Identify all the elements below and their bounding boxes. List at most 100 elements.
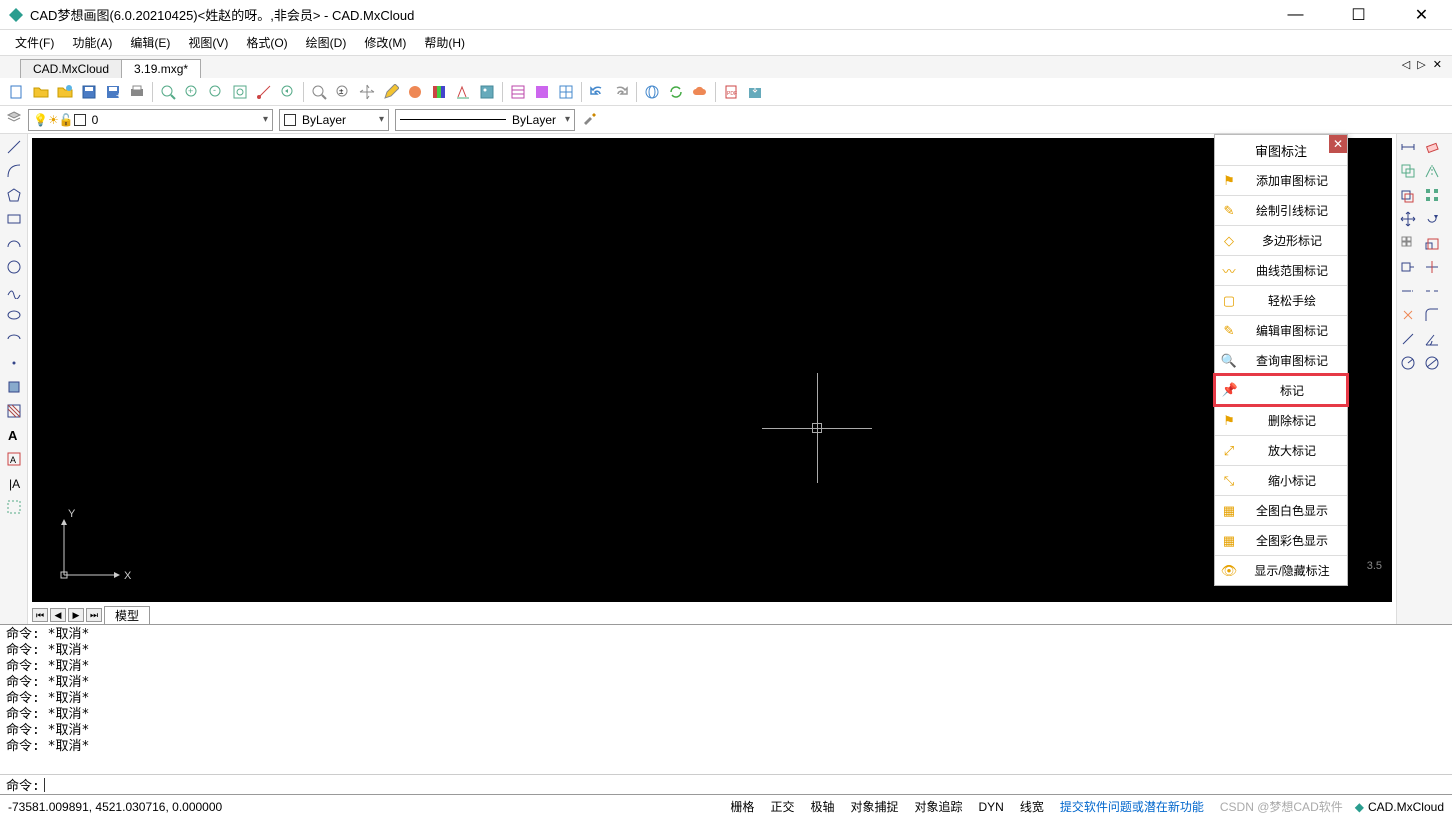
dim-diameter-icon[interactable] bbox=[1421, 352, 1443, 374]
measure-icon[interactable] bbox=[253, 81, 275, 103]
redo-icon[interactable] bbox=[610, 81, 632, 103]
print-icon[interactable] bbox=[126, 81, 148, 103]
edit-icon[interactable] bbox=[380, 81, 402, 103]
toggle-otrack[interactable]: 对象追踪 bbox=[906, 798, 970, 815]
circle-icon[interactable] bbox=[3, 256, 25, 278]
menu-edit[interactable]: 编辑(E) bbox=[121, 31, 179, 54]
array-icon[interactable] bbox=[1421, 184, 1443, 206]
ellipse-icon[interactable] bbox=[3, 304, 25, 326]
stretch-icon[interactable] bbox=[1397, 256, 1419, 278]
layer-manager-icon[interactable] bbox=[6, 110, 22, 129]
color-icon[interactable] bbox=[404, 81, 426, 103]
mtext-icon[interactable]: A bbox=[3, 448, 25, 470]
drawing-canvas[interactable]: X Y 3.5 bbox=[32, 138, 1392, 602]
tab-next-icon[interactable]: ▶ bbox=[68, 608, 84, 622]
color-dropdown[interactable]: ByLayer bbox=[279, 109, 389, 131]
feedback-link[interactable]: 提交软件问题或潜在新功能 bbox=[1052, 798, 1212, 815]
close-button[interactable]: ✕ bbox=[1399, 1, 1444, 29]
toggle-lweight[interactable]: 线宽 bbox=[1012, 798, 1052, 815]
fillet-icon[interactable] bbox=[1421, 304, 1443, 326]
undo-icon[interactable] bbox=[586, 81, 608, 103]
panel-item[interactable]: ◇多边形标记 bbox=[1215, 225, 1347, 255]
open-cloud-icon[interactable] bbox=[54, 81, 76, 103]
highlight-icon[interactable] bbox=[452, 81, 474, 103]
block-icon[interactable] bbox=[3, 376, 25, 398]
dim-radius-icon[interactable] bbox=[1397, 352, 1419, 374]
rotate-icon[interactable] bbox=[1421, 208, 1443, 230]
zoom-out-icon[interactable]: - bbox=[205, 81, 227, 103]
zoom-window-icon[interactable] bbox=[157, 81, 179, 103]
toggle-grid[interactable]: 栅格 bbox=[722, 798, 762, 815]
panel-item[interactable]: ⤢放大标记 bbox=[1215, 435, 1347, 465]
erase-icon[interactable] bbox=[1421, 136, 1443, 158]
menu-format[interactable]: 格式(O) bbox=[237, 31, 296, 54]
tab-drawing[interactable]: 3.19.mxg* bbox=[121, 59, 201, 78]
zoom-prev-icon[interactable] bbox=[277, 81, 299, 103]
menu-file[interactable]: 文件(F) bbox=[6, 31, 63, 54]
line-icon[interactable] bbox=[3, 136, 25, 158]
zoom-realtime-icon[interactable]: ± bbox=[332, 81, 354, 103]
panel-item[interactable]: ▦全图白色显示 bbox=[1215, 495, 1347, 525]
dim-angular-icon[interactable] bbox=[1421, 328, 1443, 350]
ellipse-arc-icon[interactable] bbox=[3, 328, 25, 350]
menu-function[interactable]: 功能(A) bbox=[63, 31, 121, 54]
panel-item[interactable]: ✎绘制引线标记 bbox=[1215, 195, 1347, 225]
hatch-icon[interactable] bbox=[3, 400, 25, 422]
search-icon[interactable] bbox=[308, 81, 330, 103]
point-icon[interactable] bbox=[3, 352, 25, 374]
panel-item[interactable]: ✎编辑审图标记 bbox=[1215, 315, 1347, 345]
panel-item[interactable]: ⤡缩小标记 bbox=[1215, 465, 1347, 495]
menu-modify[interactable]: 修改(M) bbox=[355, 31, 415, 54]
toggle-polar[interactable]: 极轴 bbox=[802, 798, 842, 815]
tab-controls[interactable]: ◁ ▷ ✕ bbox=[1402, 58, 1444, 71]
gradient-icon[interactable] bbox=[531, 81, 553, 103]
save-icon[interactable] bbox=[78, 81, 100, 103]
move-icon[interactable] bbox=[1397, 208, 1419, 230]
polygon-icon[interactable] bbox=[3, 184, 25, 206]
mirror-icon[interactable] bbox=[1421, 160, 1443, 182]
minimize-button[interactable]: — bbox=[1273, 1, 1318, 29]
pattern-icon[interactable] bbox=[507, 81, 529, 103]
brush-icon[interactable] bbox=[581, 110, 597, 129]
export-icon[interactable] bbox=[744, 81, 766, 103]
vtext-icon[interactable]: |A bbox=[3, 472, 25, 494]
tab-first-icon[interactable]: ⏮ bbox=[32, 608, 48, 622]
refresh-icon[interactable] bbox=[665, 81, 687, 103]
pan-icon[interactable] bbox=[356, 81, 378, 103]
panel-item[interactable]: 〰曲线范围标记 bbox=[1215, 255, 1347, 285]
image-icon[interactable] bbox=[476, 81, 498, 103]
toggle-ortho[interactable]: 正交 bbox=[762, 798, 802, 815]
panel-item[interactable]: 👁显示/隐藏标注 bbox=[1215, 555, 1347, 585]
command-input[interactable] bbox=[44, 778, 1446, 792]
break-icon[interactable] bbox=[1421, 280, 1443, 302]
toggle-dyn[interactable]: DYN bbox=[971, 800, 1012, 814]
panel-item[interactable]: ⚑删除标记 bbox=[1215, 405, 1347, 435]
region-icon[interactable] bbox=[3, 496, 25, 518]
panel-item[interactable]: ▢轻松手绘 bbox=[1215, 285, 1347, 315]
zoom-extents-icon[interactable] bbox=[229, 81, 251, 103]
menu-help[interactable]: 帮助(H) bbox=[415, 31, 474, 54]
arc-icon[interactable] bbox=[3, 160, 25, 182]
dim-linear-icon[interactable] bbox=[1397, 136, 1419, 158]
text-icon[interactable]: A bbox=[3, 424, 25, 446]
scale-icon[interactable] bbox=[1421, 232, 1443, 254]
explode-icon[interactable] bbox=[1397, 304, 1419, 326]
trim-icon[interactable] bbox=[1421, 256, 1443, 278]
table-icon[interactable] bbox=[555, 81, 577, 103]
pdf-icon[interactable]: PDF bbox=[720, 81, 742, 103]
layer-dropdown[interactable]: 💡 ☀ 🔓 0 bbox=[28, 109, 273, 131]
arc2-icon[interactable] bbox=[3, 232, 25, 254]
extend-icon[interactable] bbox=[1397, 280, 1419, 302]
menu-draw[interactable]: 绘图(D) bbox=[297, 31, 356, 54]
tab-cloud[interactable]: CAD.MxCloud bbox=[20, 59, 122, 78]
panel-item[interactable]: 🔍查询审图标记 bbox=[1215, 345, 1347, 375]
panel-header[interactable]: 审图标注 ✕ bbox=[1215, 135, 1347, 165]
rectangle-icon[interactable] bbox=[3, 208, 25, 230]
linetype-dropdown[interactable]: ByLayer bbox=[395, 109, 575, 131]
toggle-osnap[interactable]: 对象捕捉 bbox=[842, 798, 906, 815]
globe-icon[interactable] bbox=[641, 81, 663, 103]
panel-close-button[interactable]: ✕ bbox=[1329, 135, 1347, 153]
tab-last-icon[interactable]: ⏭ bbox=[86, 608, 102, 622]
offset-icon[interactable] bbox=[1397, 184, 1419, 206]
cloud-icon[interactable] bbox=[689, 81, 711, 103]
